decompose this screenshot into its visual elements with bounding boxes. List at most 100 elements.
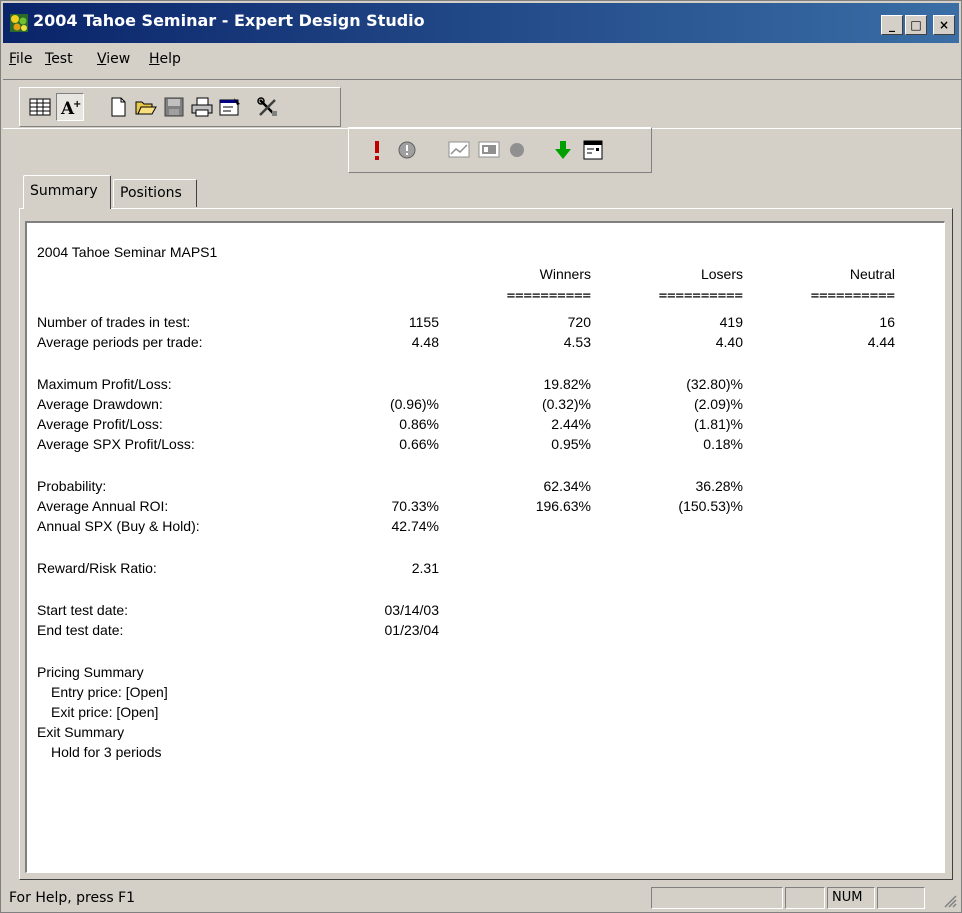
avg-pl-losers: (1.81)% xyxy=(693,416,743,432)
app-logo-icon xyxy=(9,13,29,33)
status-pane-2 xyxy=(785,887,825,909)
chart-icon xyxy=(448,141,470,158)
report-title: 2004 Tahoe Seminar MAPS1 xyxy=(37,244,218,260)
periods-neutral: 4.44 xyxy=(867,334,895,350)
text-view-icon: A+ xyxy=(60,99,81,117)
open-folder-button[interactable] xyxy=(132,93,160,121)
stop-icon xyxy=(398,141,416,159)
reward-risk-all: 2.31 xyxy=(411,560,439,576)
grid-view-icon xyxy=(29,98,51,116)
row-label-avg-spx: Average SPX Profit/Loss: xyxy=(37,436,195,452)
new-file-button[interactable] xyxy=(104,93,132,121)
minimize-button[interactable]: _ xyxy=(881,15,903,35)
row-label-avg-pl: Average Profit/Loss: xyxy=(37,416,163,432)
main-toolbar: A + xyxy=(19,87,341,127)
new-file-icon xyxy=(111,97,126,117)
menu-view[interactable]: View xyxy=(97,51,130,67)
report-icon xyxy=(583,140,603,160)
header-neutral: Neutral xyxy=(849,266,895,282)
resize-grip-icon[interactable] xyxy=(941,892,957,908)
menu-help-label: elp xyxy=(159,51,181,67)
probability-winners: 62.34% xyxy=(543,478,591,494)
app-window: 2004 Tahoe Seminar - Expert Design Studi… xyxy=(0,0,962,913)
record-icon xyxy=(510,143,524,157)
start-date-value: 03/14/03 xyxy=(384,602,440,618)
stop-button[interactable] xyxy=(393,136,421,164)
row-label-trades: Number of trades in test: xyxy=(37,314,191,330)
avg-drawdown-all: (0.96)% xyxy=(389,396,439,412)
row-label-max-pl: Maximum Profit/Loss: xyxy=(37,376,172,392)
row-label-periods: Average periods per trade: xyxy=(37,334,203,350)
avg-spx-winners: 0.95% xyxy=(551,436,591,452)
header-losers: Losers xyxy=(700,266,743,282)
avg-spx-losers: 0.18% xyxy=(703,436,743,452)
separator-winners: ========== xyxy=(506,288,591,304)
print-button[interactable] xyxy=(188,93,216,121)
avg-pl-all: 0.86% xyxy=(399,416,439,432)
separator-neutral: ========== xyxy=(810,288,895,304)
avg-drawdown-winners: (0.32)% xyxy=(541,396,591,412)
properties-icon xyxy=(219,98,240,116)
menu-test[interactable]: Test xyxy=(45,51,73,67)
avg-pl-winners: 2.44% xyxy=(551,416,591,432)
download-button[interactable] xyxy=(549,136,577,164)
exit-price: Exit price: [Open] xyxy=(51,704,159,720)
hold-periods: Hold for 3 periods xyxy=(51,744,162,760)
tab-positions[interactable]: Positions xyxy=(113,179,197,207)
open-folder-icon xyxy=(135,101,157,115)
spx-buy-hold-all: 42.74% xyxy=(391,518,439,534)
svg-text:+: + xyxy=(73,99,81,110)
test-toolbar xyxy=(348,127,652,173)
periods-losers: 4.40 xyxy=(715,334,743,350)
avg-spx-all: 0.66% xyxy=(399,436,439,452)
report-button[interactable] xyxy=(579,136,607,164)
download-arrow-icon xyxy=(555,141,571,159)
chart-window-button[interactable] xyxy=(475,136,503,164)
close-button[interactable]: × xyxy=(933,15,955,35)
status-bar: For Help, press F1 NUM xyxy=(3,884,961,912)
menu-file-mnemonic: F xyxy=(9,51,17,67)
tab-summary[interactable]: Summary xyxy=(23,175,111,209)
properties-button[interactable] xyxy=(216,93,244,121)
title-bar[interactable]: 2004 Tahoe Seminar - Expert Design Studi… xyxy=(3,3,959,43)
row-label-end-date: End test date: xyxy=(37,622,124,638)
annual-roi-all: 70.33% xyxy=(391,498,439,514)
periods-winners: 4.53 xyxy=(563,334,591,350)
menu-view-mnemonic: V xyxy=(97,51,107,67)
menu-help-mnemonic: H xyxy=(149,51,160,67)
summary-report[interactable]: 2004 Tahoe Seminar MAPS1 Winners Losers … xyxy=(25,221,945,873)
menu-bar: File Test View Help xyxy=(3,45,959,73)
menu-test-label: est xyxy=(51,51,73,67)
annual-roi-losers: (150.53)% xyxy=(678,498,743,514)
grid-view-button[interactable] xyxy=(26,93,54,121)
menu-file-label: ile xyxy=(16,51,33,67)
chart-button[interactable] xyxy=(445,136,473,164)
annual-roi-winners: 196.63% xyxy=(535,498,591,514)
save-icon xyxy=(164,97,184,117)
chart-window-icon xyxy=(478,141,500,158)
menu-help[interactable]: Help xyxy=(149,51,181,67)
row-label-spx-buy-hold: Annual SPX (Buy & Hold): xyxy=(37,518,200,534)
menu-view-label: iew xyxy=(106,51,131,67)
trades-all: 1155 xyxy=(408,314,439,330)
maximize-button[interactable]: □ xyxy=(905,15,927,35)
save-button[interactable] xyxy=(160,93,188,121)
row-label-start-date: Start test date: xyxy=(37,602,129,618)
record-button[interactable] xyxy=(503,136,531,164)
max-pl-winners: 19.82% xyxy=(543,376,591,392)
text-view-button[interactable]: A + xyxy=(56,93,84,121)
menu-file[interactable]: File xyxy=(9,51,32,67)
row-label-probability: Probability: xyxy=(37,478,107,494)
run-test-button[interactable] xyxy=(363,136,391,164)
window-title: 2004 Tahoe Seminar - Expert Design Studi… xyxy=(33,11,425,30)
max-pl-losers: (32.80)% xyxy=(686,376,743,392)
run-alert-icon xyxy=(375,141,379,160)
row-label-avg-drawdown: Average Drawdown: xyxy=(37,396,163,412)
print-icon xyxy=(191,97,213,117)
tools-button[interactable] xyxy=(254,93,282,121)
status-pane-4 xyxy=(877,887,925,909)
status-help-text: For Help, press F1 xyxy=(9,890,136,906)
trades-neutral: 16 xyxy=(879,314,895,330)
pricing-summary-heading: Pricing Summary xyxy=(37,664,144,680)
periods-all: 4.48 xyxy=(411,334,439,350)
